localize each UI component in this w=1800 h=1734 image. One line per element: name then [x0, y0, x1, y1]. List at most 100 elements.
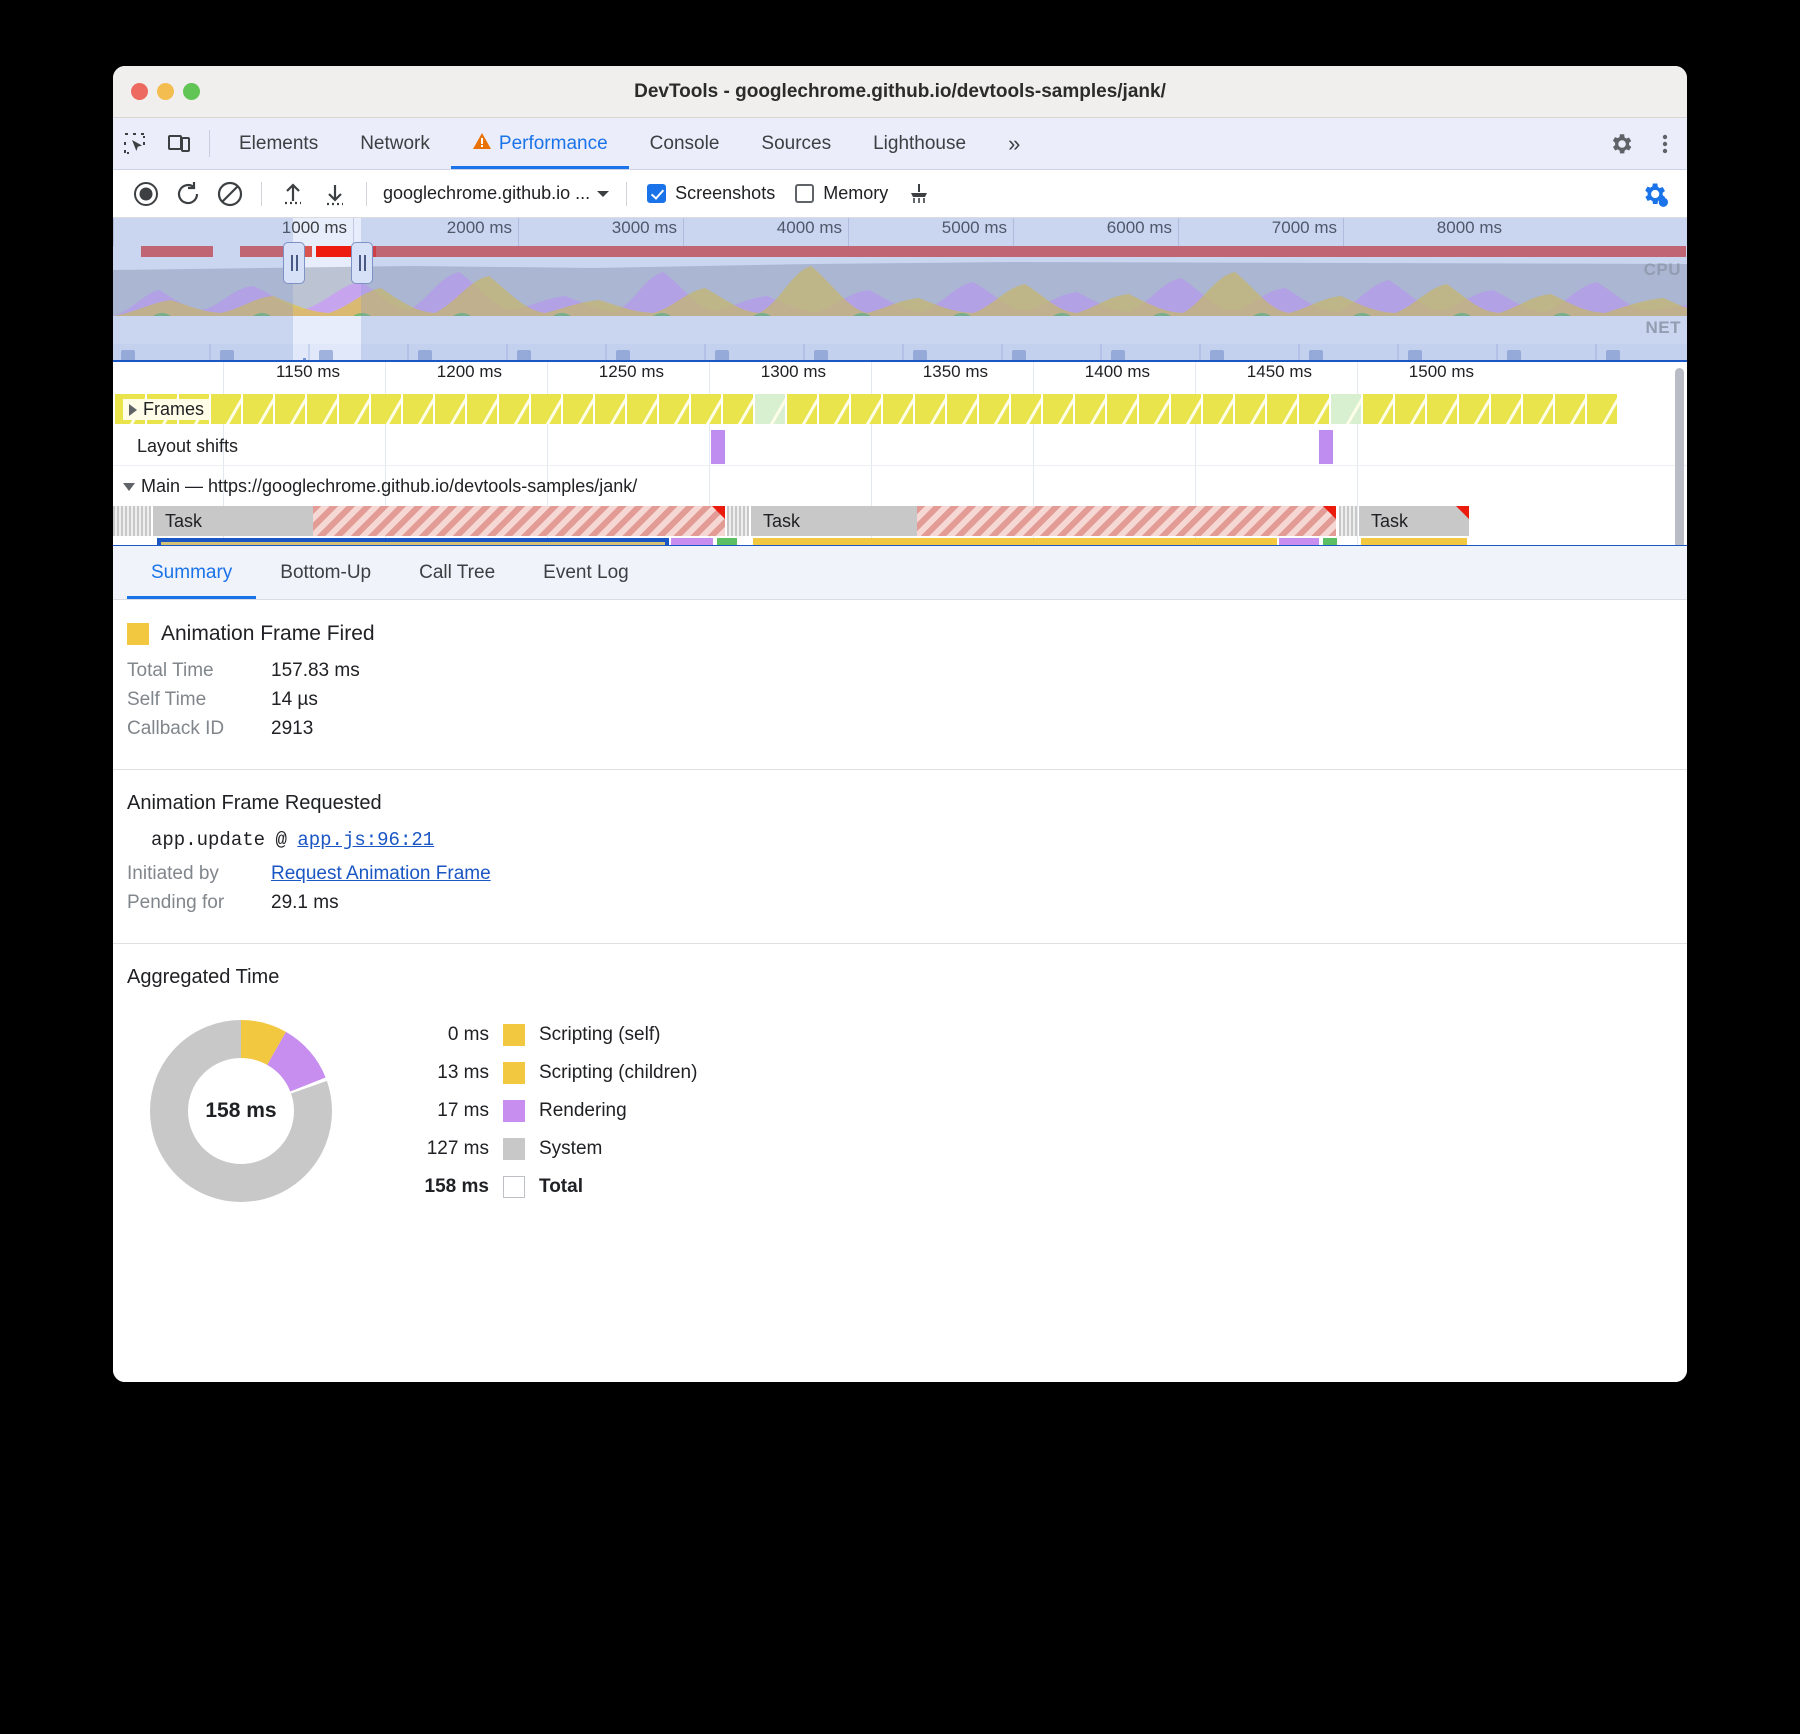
- reload-record-icon[interactable]: [167, 173, 209, 215]
- minimize-window-button[interactable]: [157, 83, 174, 100]
- legend-value: 127 ms: [385, 1138, 489, 1160]
- tab-performance-label: Performance: [499, 133, 608, 155]
- legend-value: 0 ms: [385, 1024, 489, 1046]
- more-tabs-button[interactable]: »: [987, 118, 1041, 169]
- memory-label: Memory: [823, 183, 888, 204]
- task-bar[interactable]: Task: [153, 506, 313, 536]
- warning-triangle-icon: [472, 131, 492, 157]
- tab-call-tree[interactable]: Call Tree: [395, 546, 519, 599]
- kebab-menu-icon[interactable]: [1643, 131, 1687, 157]
- event-rendering[interactable]: [671, 538, 713, 546]
- clear-icon[interactable]: [209, 173, 251, 215]
- memory-checkbox[interactable]: Memory: [785, 183, 898, 204]
- tab-lighthouse-label: Lighthouse: [873, 133, 966, 155]
- legend-swatch-scripting-children: [503, 1062, 525, 1084]
- close-window-button[interactable]: [131, 83, 148, 100]
- initiated-by-link[interactable]: Request Animation Frame: [271, 863, 491, 885]
- tabstrip-right-controls: [1582, 118, 1687, 169]
- aggregated-time-section: Aggregated Time 158 ms 0 ms Scrip: [113, 943, 1687, 1229]
- tab-network[interactable]: Network: [339, 118, 451, 169]
- task-bar[interactable]: Task: [751, 506, 917, 536]
- legend-row-rendering[interactable]: 17 ms Rendering: [385, 1100, 697, 1122]
- track-layout-shifts[interactable]: Layout shifts: [113, 428, 1687, 466]
- initiated-by-key: Initiated by: [127, 863, 271, 885]
- track-frames-text: Frames: [143, 399, 204, 419]
- event-color-swatch: [127, 623, 149, 645]
- flame-row-animation-frame-fired[interactable]: Animation Frame Fired Animation Frame Fi…: [113, 538, 1687, 546]
- legend-row-scripting-self[interactable]: 0 ms Scripting (self): [385, 1024, 697, 1046]
- event-animation-frame-fired-selected[interactable]: Animation Frame Fired: [157, 538, 669, 546]
- long-task-hatch[interactable]: [313, 506, 725, 536]
- tab-sources[interactable]: Sources: [740, 118, 852, 169]
- summary-row-callback-id: Callback ID 2913: [127, 718, 1687, 740]
- track-main-text: Main — https://googlechrome.github.io/de…: [141, 476, 637, 496]
- event-rendering[interactable]: [1279, 538, 1319, 546]
- summary-details-pane: Animation Frame Fired Total Time 157.83 …: [113, 600, 1687, 1382]
- flame-chart[interactable]: 1150 ms 1200 ms 1250 ms 1300 ms 1350 ms …: [113, 360, 1687, 546]
- profile-url-label: googlechrome.github.io ...: [383, 183, 590, 204]
- legend-label: Scripting (children): [539, 1062, 697, 1084]
- event-painting[interactable]: [717, 538, 737, 546]
- legend-label: Total: [539, 1176, 583, 1198]
- tab-console[interactable]: Console: [629, 118, 741, 169]
- event-painting[interactable]: [1323, 538, 1337, 546]
- selected-event-title: Animation Frame Fired: [127, 622, 1687, 646]
- load-profile-icon[interactable]: [272, 173, 314, 215]
- tab-performance[interactable]: Performance: [451, 118, 629, 169]
- device-toolbar-icon[interactable]: [157, 118, 201, 169]
- legend-swatch-rendering: [503, 1100, 525, 1122]
- profile-url-dropdown[interactable]: googlechrome.github.io ...: [377, 183, 616, 204]
- tab-sources-label: Sources: [761, 133, 831, 155]
- tab-bottom-up[interactable]: Bottom-Up: [256, 546, 395, 599]
- flame-row-task[interactable]: Task Task Task: [113, 506, 1687, 538]
- tab-event-log[interactable]: Event Log: [519, 546, 653, 599]
- total-time-value: 157.83 ms: [271, 660, 360, 682]
- expand-frames-icon[interactable]: [129, 404, 137, 416]
- devtools-tabstrip: Elements Network Performance Console Sou…: [113, 118, 1687, 170]
- screenshots-checkbox[interactable]: Screenshots: [637, 183, 785, 204]
- track-frames-label[interactable]: Frames: [123, 399, 210, 420]
- track-main-label[interactable]: Main — https://googlechrome.github.io/de…: [123, 476, 637, 497]
- long-task-warning-icon: [1456, 506, 1469, 519]
- collect-garbage-icon[interactable]: [898, 173, 940, 215]
- stack-source-link[interactable]: app.js:96:21: [297, 829, 434, 851]
- callback-id-value: 2913: [271, 718, 313, 740]
- track-frames[interactable]: Frames: [113, 394, 1687, 426]
- record-icon[interactable]: [125, 173, 167, 215]
- tab-summary[interactable]: Summary: [127, 546, 256, 599]
- maximize-window-button[interactable]: [183, 83, 200, 100]
- tab-lighthouse[interactable]: Lighthouse: [852, 118, 987, 169]
- event-animation-frame-fired[interactable]: Ani…red: [1361, 538, 1467, 546]
- inspect-element-icon[interactable]: [113, 118, 157, 169]
- stack-trace-row: app.update @ app.js:96:21: [127, 829, 1687, 851]
- overview-range-handle-right[interactable]: [351, 242, 373, 284]
- capture-settings-icon[interactable]: [1633, 173, 1675, 215]
- timeline-overview[interactable]: 1000 ms 2000 ms 3000 ms 4000 ms 5000 ms …: [113, 218, 1687, 360]
- track-main-header[interactable]: Main — https://googlechrome.github.io/de…: [113, 472, 1687, 506]
- layout-shift-marker[interactable]: [1319, 430, 1333, 464]
- memory-checkbox-box: [795, 184, 814, 203]
- perf-toolbar-right: [1633, 173, 1675, 215]
- stack-function-name: app.update: [151, 829, 265, 851]
- legend-label: Rendering: [539, 1100, 627, 1122]
- animation-frame-requested-heading: Animation Frame Requested: [127, 792, 1687, 815]
- long-task-hatch[interactable]: [917, 506, 1336, 536]
- layout-shift-marker[interactable]: [711, 430, 725, 464]
- stack-at-symbol: @: [269, 829, 292, 851]
- event-summary-section: Animation Frame Fired Total Time 157.83 …: [113, 600, 1687, 769]
- tab-elements[interactable]: Elements: [218, 118, 339, 169]
- legend-row-scripting-children[interactable]: 13 ms Scripting (children): [385, 1062, 697, 1084]
- legend-row-system[interactable]: 127 ms System: [385, 1138, 697, 1160]
- tab-console-label: Console: [650, 133, 720, 155]
- overview-range-handle-left[interactable]: [283, 242, 305, 284]
- save-profile-icon[interactable]: [314, 173, 356, 215]
- event-animation-frame-fired[interactable]: Animation Frame Fired: [753, 538, 1277, 546]
- task-bar[interactable]: Task: [1359, 506, 1469, 536]
- flame-ruler: 1150 ms 1200 ms 1250 ms 1300 ms 1350 ms …: [113, 362, 1687, 392]
- gear-icon[interactable]: [1599, 131, 1643, 157]
- legend-swatch-scripting-self: [503, 1024, 525, 1046]
- collapse-main-icon[interactable]: [123, 483, 135, 491]
- tab-elements-label: Elements: [239, 133, 318, 155]
- flame-chart-scrollbar[interactable]: [1675, 368, 1684, 546]
- pending-for-row: Pending for 29.1 ms: [127, 892, 1687, 914]
